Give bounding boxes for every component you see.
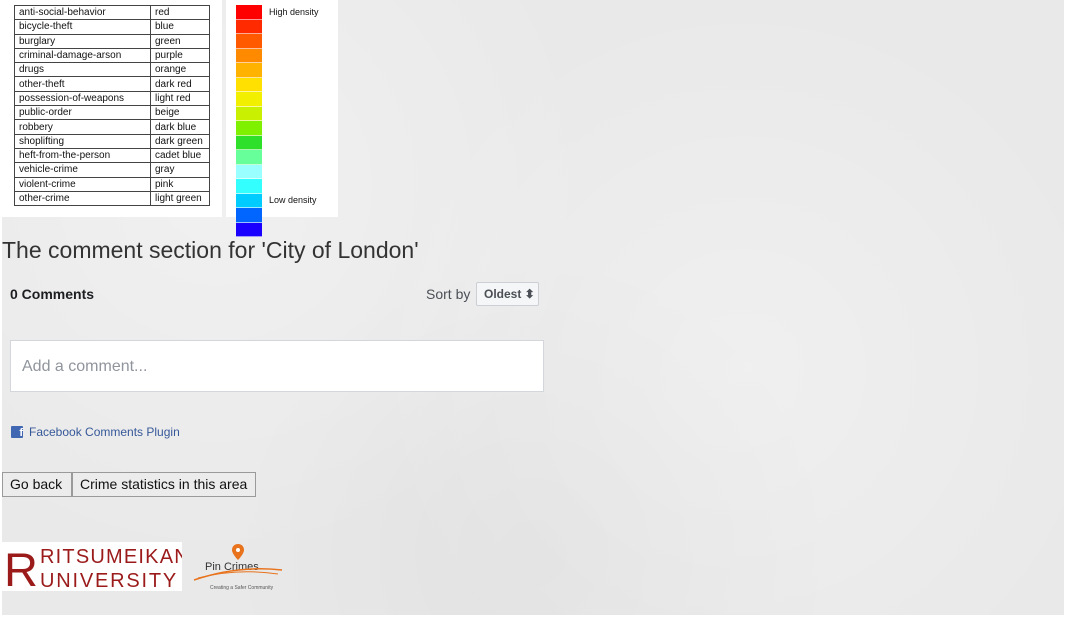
density-swatch	[236, 179, 262, 194]
sort-select[interactable]: Oldest ⬍	[476, 282, 539, 306]
comment-section-title: The comment section for 'City of London'	[2, 237, 419, 263]
crime-legend-table: anti-social-behavior red bicycle-theft blue…	[14, 4, 210, 207]
legend-row: burglary green	[14, 33, 210, 49]
legend-marker-color: red	[150, 4, 210, 21]
legend-marker-color: light green	[150, 190, 210, 207]
legend-marker-color: dark green	[150, 133, 210, 149]
legend-marker-color: blue	[150, 19, 210, 35]
legend-crime-type: robbery	[14, 119, 151, 135]
facebook-icon: f	[11, 426, 23, 438]
legend-crime-type: drugs	[14, 62, 151, 78]
legend-crime-type: violent-crime	[14, 176, 151, 192]
pin-crimes-logo[interactable]: Pin Crimes Creating a Safer Community	[190, 540, 284, 596]
legend-row: public-order beige	[14, 105, 210, 121]
ritsumeikan-line1: RITSUMEIKAN	[40, 546, 182, 568]
density-swatch	[236, 34, 262, 49]
go-back-button[interactable]: Go back	[2, 472, 72, 497]
density-swatch	[236, 164, 262, 179]
density-swatch	[236, 92, 262, 107]
legend-marker-color: light red	[150, 90, 210, 107]
legend-marker-color: orange	[150, 62, 210, 78]
legend-crime-type: burglary	[14, 33, 151, 49]
density-swatch	[236, 48, 262, 63]
legend-crime-type: shoplifting	[14, 133, 151, 149]
legend-crime-type: other-theft	[14, 76, 151, 92]
crime-statistics-button[interactable]: Crime statistics in this area	[72, 472, 256, 497]
legend-crime-type: bicycle-theft	[14, 19, 151, 35]
legend-crime-type: possession-of-weapons	[14, 90, 151, 107]
density-swatch	[236, 19, 262, 34]
legend-row: other-crime light green	[14, 190, 210, 207]
density-swatch	[236, 222, 262, 237]
legend-row: bicycle-theft blue	[14, 19, 210, 35]
facebook-plugin-link[interactable]: Facebook Comments Plugin	[29, 425, 180, 439]
pin-crimes-tagline: Creating a Safer Community	[210, 585, 274, 591]
legend-crime-type: anti-social-behavior	[14, 4, 151, 21]
sort-label: Sort by	[426, 286, 471, 302]
density-swatch	[236, 77, 262, 92]
legend-crime-type: other-crime	[14, 190, 151, 207]
page-background: anti-social-behavior red bicycle-theft blue…	[2, 0, 1064, 615]
legend-row: drugs orange	[14, 62, 210, 78]
density-swatch	[236, 5, 262, 20]
legend-marker-color: green	[150, 33, 210, 49]
legend-row: other-theft dark red	[14, 76, 210, 92]
ritsumeikan-letter: R	[4, 543, 38, 591]
legend-row: anti-social-behavior red	[14, 4, 210, 21]
legend-crime-type: vehicle-crime	[14, 162, 151, 178]
legend-marker-color: cadet blue	[150, 147, 210, 164]
legend-marker-color: dark red	[150, 76, 210, 92]
legend-crime-type: criminal-damage-arson	[14, 47, 151, 64]
comments-count: 0 Comments	[10, 286, 95, 302]
density-high-label: High density	[269, 7, 319, 17]
density-color-bar	[236, 5, 262, 237]
density-swatch	[236, 63, 262, 78]
density-swatch	[236, 135, 262, 150]
legend-marker-color: beige	[150, 105, 210, 121]
density-swatch	[236, 150, 262, 165]
ritsumeikan-line2: UNIVERSITY	[40, 570, 178, 591]
comment-input[interactable]: Add a comment...	[10, 340, 544, 392]
density-swatch	[236, 208, 262, 223]
legend-row: robbery dark blue	[14, 119, 210, 135]
crime-color-legend: anti-social-behavior red bicycle-theft blue…	[2, 0, 222, 217]
density-low-label: Low density	[269, 195, 317, 205]
legend-marker-color: purple	[150, 47, 210, 64]
density-legend: High density Low density	[226, 0, 338, 237]
legend-row: heft-from-the-person cadet blue	[14, 147, 210, 164]
legend-row: vehicle-crime gray	[14, 162, 210, 178]
legend-marker-color: dark blue	[150, 119, 210, 135]
legend-crime-type: public-order	[14, 105, 151, 121]
legend-row: possession-of-weapons light red	[14, 90, 210, 107]
ritsumeikan-university-logo[interactable]: R RITSUMEIKAN UNIVERSITY	[2, 542, 189, 596]
density-swatch	[236, 121, 262, 136]
density-swatch	[236, 106, 262, 121]
density-swatch	[236, 193, 262, 208]
legend-row: criminal-damage-arson purple	[14, 47, 210, 64]
legend-row: violent-crime pink	[14, 176, 210, 192]
legend-crime-type: heft-from-the-person	[14, 147, 151, 164]
legend-marker-color: pink	[150, 176, 210, 192]
legend-marker-color: gray	[150, 162, 210, 178]
legend-row: shoplifting dark green	[14, 133, 210, 149]
